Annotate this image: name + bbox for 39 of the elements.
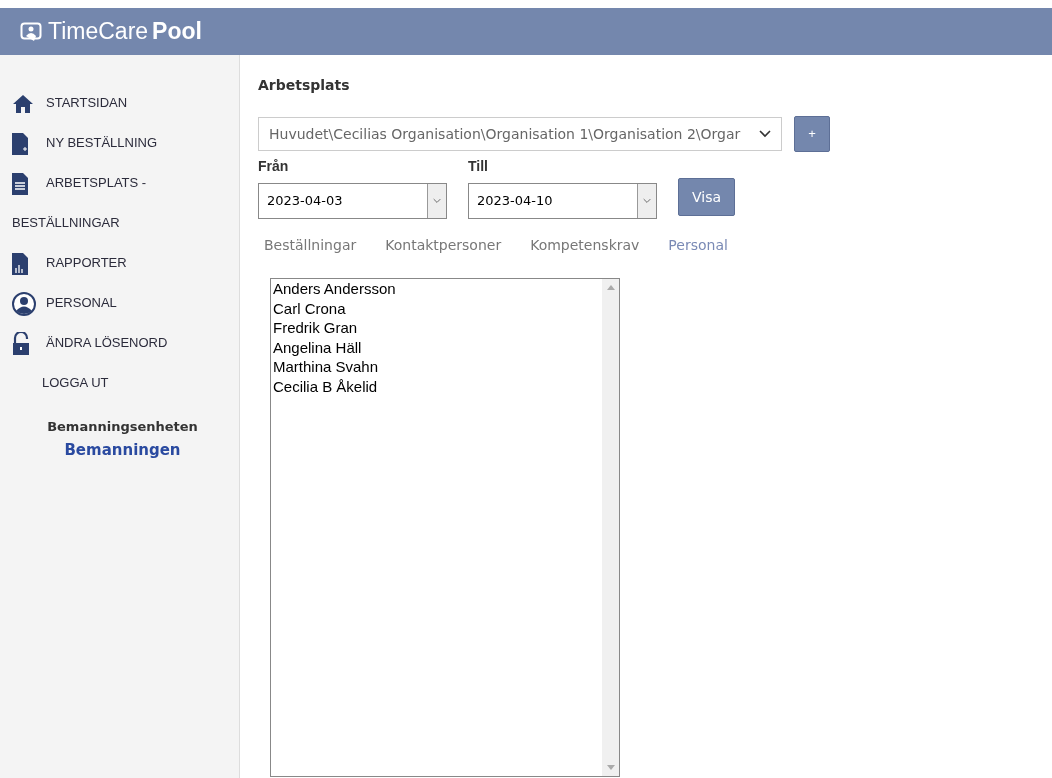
document-chart-icon — [12, 252, 28, 275]
workplace-select[interactable]: Huvudet\Cecilias Organisation\Organisation 1\Organisation 2\Orgar — [258, 117, 782, 151]
sidebar-item[interactable]: LOGGA UT — [0, 363, 239, 403]
app-logo: TimeCare Pool — [48, 17, 202, 47]
tab[interactable]: Beställningar — [264, 235, 357, 256]
show-button[interactable]: Visa — [678, 178, 735, 216]
scroll-down-icon — [606, 765, 615, 770]
field-label: Till — [468, 157, 489, 176]
unit-name: Bemanningen — [64, 439, 181, 461]
from-date-field[interactable]: 2023-04-03 — [258, 183, 447, 219]
unlocked-lock-icon — [12, 331, 30, 356]
to-date-field[interactable]: 2023-04-10 — [468, 183, 657, 219]
sidebar-item[interactable]: ÄNDRA LÖSENORD — [0, 323, 180, 363]
sidebar-item[interactable]: RAPPORTER — [0, 243, 180, 283]
sidebar-item[interactable]: PERSONAL — [0, 283, 180, 323]
add-button[interactable]: + — [794, 116, 830, 152]
logo-icon — [20, 21, 42, 42]
document-plus-icon — [12, 132, 28, 155]
workplace-label: Arbetsplats — [258, 76, 351, 95]
home-icon — [12, 93, 34, 114]
list-option[interactable]: Anders Andersson — [273, 279, 602, 299]
staff-listbox[interactable]: Anders Andersson Carl Crona Fredrik Gran Angelina Häll Marthina Svahn Cecilia B Åkelid — [270, 278, 620, 777]
list-option[interactable]: Carl Crona — [273, 298, 602, 318]
scroll-up-icon — [606, 285, 615, 290]
sidebar-item[interactable]: ARBETSPLATS - BESTÄLLNINGAR — [0, 163, 180, 243]
list-option[interactable]: Marthina Svahn — [273, 357, 602, 377]
tab[interactable]: Kontaktpersoner — [385, 235, 502, 256]
scrollbar[interactable] — [602, 279, 619, 776]
tab[interactable]: Kompetenskrav — [530, 235, 640, 256]
list-option[interactable]: Angelina Häll — [273, 337, 602, 357]
field-label: Från — [258, 157, 290, 176]
sidebar-item[interactable]: STARTSIDAN — [0, 83, 180, 123]
sidebar-item[interactable]: NY BESTÄLLNING — [0, 123, 180, 163]
unit-label: Bemanningsenheten — [47, 418, 198, 436]
chevron-down-icon — [759, 130, 771, 138]
document-icon — [12, 172, 28, 195]
user-icon — [12, 291, 36, 316]
list-option[interactable]: Fredrik Gran — [273, 318, 602, 338]
list-option[interactable]: Cecilia B Åkelid — [273, 376, 602, 396]
